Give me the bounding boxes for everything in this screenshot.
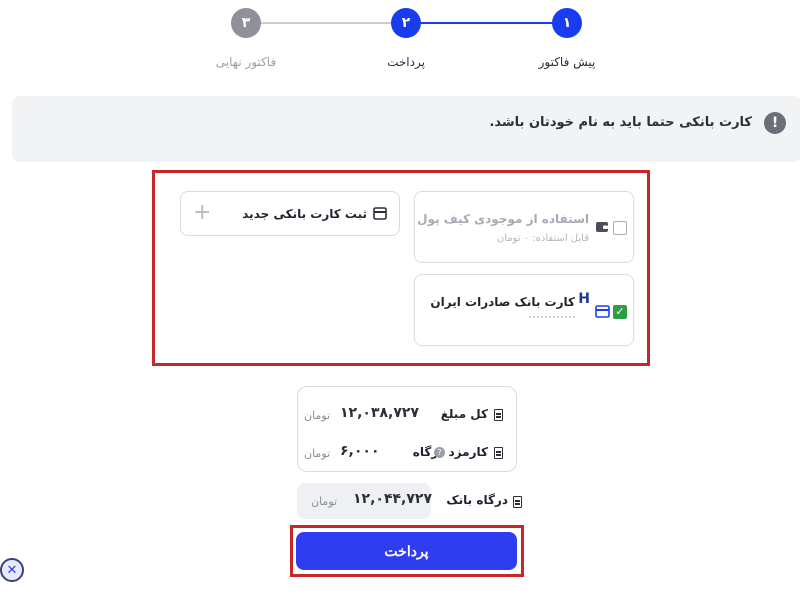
bank-card-checkbox[interactable]: ✓ (613, 305, 627, 319)
step-2-circle[interactable]: ۲ (391, 8, 421, 38)
bank-card-number-masked (529, 316, 575, 318)
wallet-subtitle: قابل استفاده: ۰ تومان (496, 233, 589, 244)
exclamation-icon: ! (764, 112, 786, 134)
bank-card-option[interactable]: ✓ H کارت بانک صادرات ایران (414, 274, 634, 346)
notice-text: کارت بانکی حتما باید به نام خودتان باشد. (489, 115, 752, 130)
support-widget-icon[interactable]: ✕ (0, 558, 24, 582)
fee-label: کارمزد درگاه (412, 445, 488, 459)
summary-box: کل مبلغ ۱۲,۰۳۸,۷۲۷ تومان کارمزد درگاه ? … (297, 386, 517, 472)
wallet-checkbox[interactable] (613, 221, 627, 235)
total-amount: ۱۲,۰۳۸,۷۲۷ (340, 405, 419, 421)
plus-icon[interactable]: + (193, 200, 211, 226)
wallet-title: استفاده از موجودی کیف پول (417, 212, 589, 226)
total-label: کل مبلغ (440, 407, 488, 421)
bank-logo: H (578, 291, 590, 307)
fee-unit: تومان (304, 447, 331, 460)
gateway-amount-box: ۱۲,۰۴۴,۷۲۷ تومان (297, 483, 432, 519)
step-2-label: پرداخت (387, 55, 425, 69)
stepper-line-1-2 (406, 22, 568, 24)
new-card-button[interactable]: ثبت کارت بانکی جدید + (180, 191, 400, 236)
total-unit: تومان (304, 409, 331, 422)
gateway-unit: تومان (311, 495, 338, 508)
step-3-label: فاکتور نهایی (215, 55, 277, 69)
gateway-amount: ۱۲,۰۴۴,۷۲۷ (353, 491, 432, 507)
pay-button[interactable]: پرداخت (296, 532, 517, 570)
document-icon (494, 409, 503, 421)
bank-card-title: کارت بانک صادرات ایران (430, 295, 575, 309)
step-3-circle[interactable]: ۳ (231, 8, 261, 38)
fee-amount: ۶,۰۰۰ (340, 443, 380, 459)
document-icon (513, 496, 522, 508)
card-icon (595, 305, 610, 318)
wallet-icon (596, 222, 608, 232)
card-icon (373, 207, 387, 220)
new-card-label: ثبت کارت بانکی جدید (242, 207, 367, 221)
stepper-line-2-3 (246, 22, 406, 24)
wallet-option-card[interactable]: استفاده از موجودی کیف پول قابل استفاده: … (414, 191, 634, 263)
step-1-label: پیش فاکتور (538, 55, 596, 69)
document-icon (494, 447, 503, 459)
info-icon[interactable]: ? (434, 447, 445, 458)
warning-notice: ! کارت بانکی حتما باید به نام خودتان باش… (12, 96, 800, 162)
step-1-circle[interactable]: ۱ (552, 8, 582, 38)
gateway-label: درگاه بانک (446, 493, 508, 507)
